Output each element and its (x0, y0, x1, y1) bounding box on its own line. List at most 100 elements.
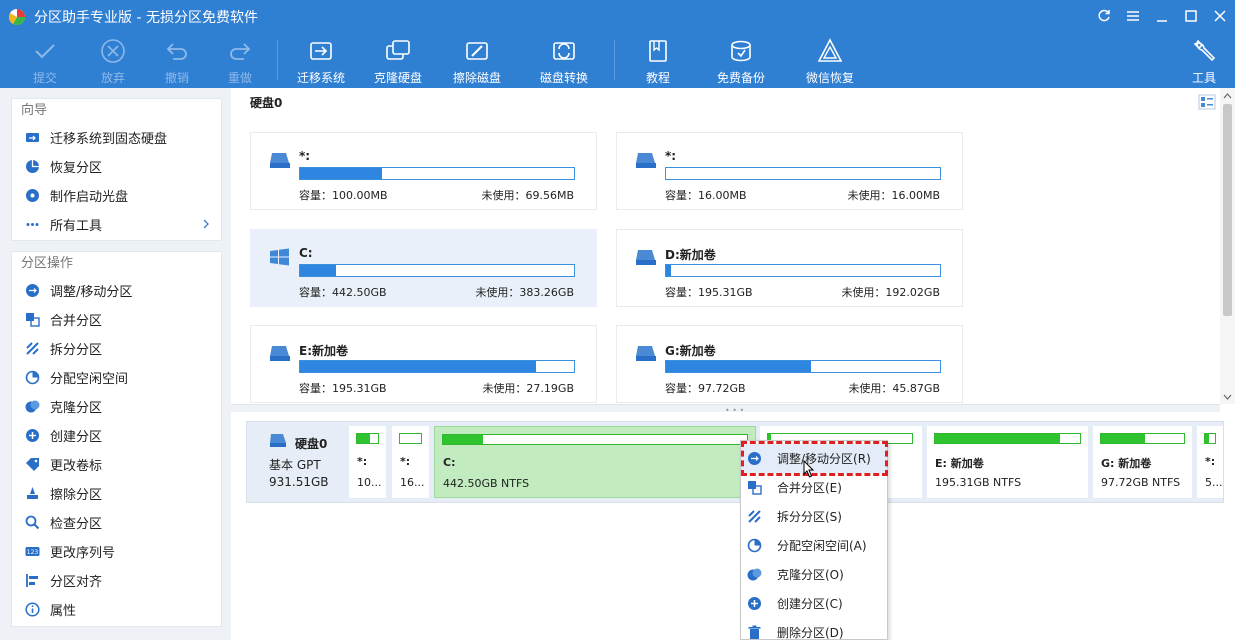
close-button[interactable] (1209, 6, 1231, 26)
partition-block-name: *: (1205, 455, 1216, 468)
partition-block[interactable]: E: 新加卷 195.31GB NTFS (927, 426, 1088, 498)
sidebar-item-check-partition[interactable]: 检查分区 (12, 508, 221, 537)
partition-card[interactable]: D:新加卷 容量：195.31GB 未使用：192.02GB (616, 229, 963, 307)
sidebar-item-change-label[interactable]: 更改卷标 (12, 450, 221, 479)
migrate-os-button[interactable]: 迁移系统 (285, 36, 357, 86)
partition-block[interactable]: *: 5... (1197, 426, 1223, 498)
sidebar-item-recover-partition[interactable]: 恢复分区 (12, 152, 221, 181)
vertical-scrollbar[interactable] (1220, 88, 1235, 404)
free-backup-button[interactable]: 免费备份 (705, 36, 777, 86)
undo-button[interactable]: 撤销 (141, 36, 213, 86)
resize-icon (748, 451, 761, 465)
view-toggle-icon[interactable] (1198, 94, 1216, 110)
partition-card[interactable]: G:新加卷 容量：97.72GB 未使用：45.87GB (616, 325, 963, 403)
title-bar: 分区助手专业版 - 无损分区免费软件 (0, 0, 1235, 32)
migrate-os-label: 迁移系统 (296, 71, 345, 85)
partition-block[interactable]: G: 新加卷 97.72GB NTFS (1093, 426, 1192, 498)
free-backup-label: 免费备份 (716, 71, 765, 85)
convert-disk-icon (553, 42, 575, 60)
scroll-up-icon[interactable] (1223, 91, 1232, 101)
menu-item-create[interactable]: 创建分区(C) (741, 589, 887, 618)
wechat-recovery-button[interactable]: 微信恢复 (794, 36, 866, 86)
tutorial-button[interactable]: 教程 (622, 36, 694, 86)
partition-card[interactable]: E:新加卷 容量：195.31GB 未使用：27.19GB (250, 325, 597, 403)
partition-free: 未使用：16.00MB (847, 189, 940, 202)
sidebar-item-make-bootable[interactable]: 制作启动光盘 (12, 181, 221, 210)
disk-header[interactable]: 硬盘0 基本 GPT 931.51GB (247, 422, 344, 502)
menu-item-label: 创建分区(C) (777, 597, 843, 611)
search-icon (25, 515, 39, 530)
disk-icon (270, 434, 286, 447)
sidebar-item-properties[interactable]: 属性 (12, 595, 221, 624)
recover-icon (25, 160, 39, 173)
sidebar-item-label: 属性 (50, 604, 77, 619)
sidebar-item-resize-move[interactable]: 调整/移动分区 (12, 276, 221, 305)
partition-card[interactable]: *: 容量：16.00MB 未使用：16.00MB (616, 132, 963, 210)
partition-card[interactable]: *: 容量：100.00MB 未使用：69.56MB (250, 132, 597, 210)
sidebar-item-allocate-space[interactable]: 分配空闲空间 (12, 363, 221, 392)
split-icon (748, 509, 761, 523)
sidebar-item-merge[interactable]: 合并分区 (12, 305, 221, 334)
menu-button[interactable] (1122, 6, 1144, 26)
sidebar-item-change-serial[interactable]: 123 更改序列号 (12, 537, 221, 566)
partition-free: 未使用：69.56MB (481, 189, 574, 202)
usage-bar (299, 167, 575, 180)
create-icon (748, 596, 761, 610)
clone-disk-button[interactable]: 克隆硬盘 (362, 36, 434, 86)
menu-item-delete[interactable]: 删除分区(D) (741, 618, 887, 639)
migrate-icon (25, 133, 39, 142)
partition-capacity: 容量：195.31GB (299, 382, 387, 395)
sidebar-item-create-partition[interactable]: 创建分区 (12, 421, 221, 450)
sidebar-item-align-partition[interactable]: 分区对齐 (12, 566, 221, 595)
partition-name: E:新加卷 (299, 344, 348, 358)
partition-block-info: 5... (1205, 476, 1223, 489)
scrollbar-thumb[interactable] (1223, 104, 1232, 316)
refresh-button[interactable] (1093, 6, 1115, 26)
partition-name: *: (665, 149, 677, 163)
sidebar-item-split[interactable]: 拆分分区 (12, 334, 221, 363)
menu-item-clone[interactable]: 克隆分区(O) (741, 560, 887, 589)
app-logo-icon (8, 9, 26, 26)
convert-disk-button[interactable]: 磁盘转换 (528, 36, 600, 86)
clone-disk-icon (386, 40, 410, 60)
redo-button[interactable]: 重做 (204, 36, 276, 86)
scroll-down-icon[interactable] (1223, 392, 1232, 402)
sidebar-item-migrate-ssd[interactable]: 迁移系统到固态硬盘 (12, 123, 221, 152)
partition-block-info: 442.50GB NTFS (443, 477, 530, 490)
menu-item-allocate-space[interactable]: 分配空闲空间(A) (741, 531, 887, 560)
partition-block[interactable]: *: 16... (392, 426, 429, 498)
pane-splitter[interactable]: • • • (231, 404, 1220, 415)
usage-bar-fill (300, 168, 383, 179)
sidebar-item-all-tools[interactable]: 所有工具 (12, 210, 221, 239)
partition-capacity: 容量：16.00MB (665, 189, 747, 202)
discard-label: 放弃 (100, 71, 125, 85)
serial-icon: 123 (25, 547, 39, 556)
wipe-disk-button[interactable]: 擦除磁盘 (441, 36, 513, 86)
menu-item-split[interactable]: 拆分分区(S) (741, 502, 887, 531)
maximize-button[interactable] (1180, 6, 1202, 26)
commit-button[interactable]: 提交 (9, 36, 81, 86)
main-area: 硬盘0 *: 容量：100.00MB 未使用：69.56MB *: 容量：16.… (231, 88, 1235, 640)
sidebar-item-label: 更改卷标 (50, 459, 103, 474)
partition-name: C: (299, 246, 313, 260)
drive-icon (270, 346, 290, 361)
partition-block[interactable]: *: 10... (349, 426, 386, 498)
sidebar-item-clone-partition[interactable]: 克隆分区 (12, 392, 221, 421)
resize-icon (25, 284, 39, 297)
sidebar-item-label: 调整/移动分区 (50, 285, 133, 300)
discard-button[interactable]: 放弃 (77, 36, 149, 86)
partition-card[interactable]: C: 容量：442.50GB 未使用：383.26GB (250, 229, 597, 307)
partition-name: *: (299, 149, 311, 163)
trash-icon (748, 625, 761, 639)
sidebar-item-label: 分配空闲空间 (50, 372, 129, 387)
partition-block[interactable]: C: 442.50GB NTFS (434, 426, 756, 498)
sidebar-item-wipe-partition[interactable]: 擦除分区 (12, 479, 221, 508)
wrench-icon (1193, 39, 1216, 62)
partition-block-bar (356, 433, 379, 444)
minimize-button[interactable] (1151, 6, 1173, 26)
tools-button[interactable]: 工具 (1168, 36, 1235, 86)
align-icon (25, 574, 38, 587)
sidebar-item-label: 制作启动光盘 (50, 190, 129, 205)
partition-block-name: *: (400, 455, 411, 468)
disk-type: 基本 GPT (269, 458, 321, 472)
